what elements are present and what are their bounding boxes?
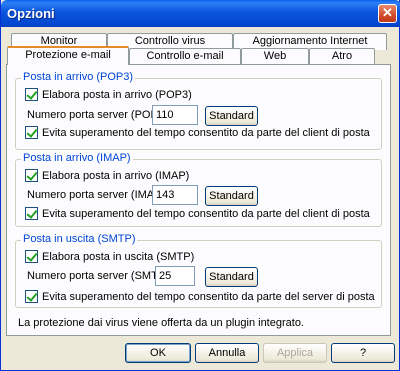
tab-atro[interactable]: Atro — [309, 48, 375, 65]
group-title: Posta in arrivo (POP3) — [21, 71, 136, 83]
tab-web[interactable]: Web — [241, 48, 309, 65]
checkbox-checked-icon — [25, 290, 38, 303]
help-button[interactable]: ? — [331, 343, 395, 363]
checkbox-label: Evita superamento del tempo consentito d… — [42, 207, 370, 220]
footer-note: La protezione dai virus viene offerta da… — [18, 317, 304, 329]
smtp-enable-checkbox[interactable]: Elabora posta in uscita (SMTP) — [25, 250, 194, 263]
title-bar[interactable]: Opzioni ✕ — [1, 0, 400, 27]
checkbox-label: Evita superamento del tempo consentito d… — [42, 290, 375, 303]
checkbox-label: Elabora posta in arrivo (IMAP) — [42, 169, 190, 182]
pop3-port-label: Numero porta server (POP3): — [27, 109, 171, 121]
smtp-timeout-checkbox[interactable]: Evita superamento del tempo consentito d… — [25, 290, 375, 303]
tab-protezione-email[interactable]: Protezione e-mail — [7, 46, 129, 65]
smtp-standard-button[interactable]: Standard — [205, 267, 258, 287]
cancel-button[interactable]: Annulla — [195, 343, 259, 363]
imap-port-input[interactable]: 143 — [152, 185, 198, 205]
tab-label: Controllo e-mail — [146, 50, 224, 62]
group-title: Posta in uscita (SMTP) — [21, 233, 138, 245]
pop3-timeout-checkbox[interactable]: Evita superamento del tempo consentito d… — [25, 126, 370, 139]
checkbox-label: Elabora posta in uscita (SMTP) — [42, 250, 195, 263]
checkbox-checked-icon — [25, 207, 38, 220]
checkbox-checked-icon — [25, 126, 38, 139]
tab-label: Web — [263, 50, 287, 62]
pop3-port-input[interactable]: 110 — [152, 105, 198, 125]
checkbox-checked-icon — [25, 250, 38, 263]
tab-label: Protezione e-mail — [25, 49, 111, 61]
group-title: Posta in arrivo (IMAP) — [21, 152, 133, 164]
close-icon: ✕ — [382, 5, 393, 20]
window-title: Opzioni — [7, 6, 55, 21]
tab-label: Aggiornamento Internet — [252, 35, 368, 47]
imap-timeout-checkbox[interactable]: Evita superamento del tempo consentito d… — [25, 207, 370, 220]
smtp-port-input[interactable]: 25 — [155, 266, 195, 286]
imap-standard-button[interactable]: Standard — [205, 186, 258, 206]
smtp-port-label: Numero porta server (SMTP): — [27, 270, 172, 282]
tab-controllo-email[interactable]: Controllo e-mail — [129, 48, 241, 65]
checkbox-label: Elabora posta in arrivo (POP3) — [42, 88, 192, 101]
imap-port-label: Numero porta server (IMAP): — [27, 189, 169, 201]
pop3-enable-checkbox[interactable]: Elabora posta in arrivo (POP3) — [25, 88, 192, 101]
apply-button[interactable]: Applica — [263, 343, 327, 363]
pop3-standard-button[interactable]: Standard — [205, 106, 258, 126]
options-dialog: Opzioni ✕ Monitor Controllo virus Aggior… — [0, 0, 400, 371]
checkbox-label: Evita superamento del tempo consentito d… — [42, 126, 370, 139]
ok-button[interactable]: OK — [125, 343, 191, 363]
checkbox-checked-icon — [25, 88, 38, 101]
imap-enable-checkbox[interactable]: Elabora posta in arrivo (IMAP) — [25, 169, 189, 182]
tab-label: Atro — [331, 50, 353, 62]
close-button[interactable]: ✕ — [378, 4, 397, 23]
checkbox-checked-icon — [25, 169, 38, 182]
tab-label: Controllo virus — [134, 35, 206, 47]
